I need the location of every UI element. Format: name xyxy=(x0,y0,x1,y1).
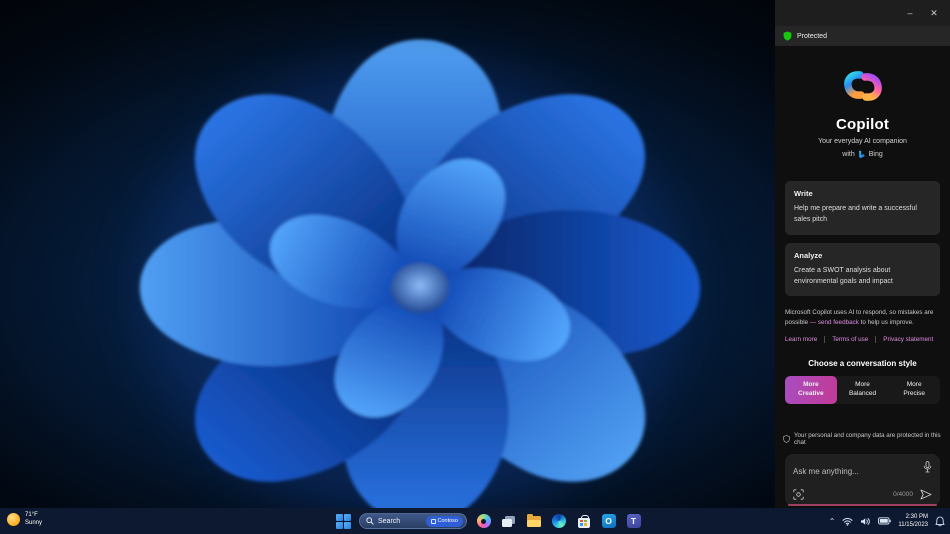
search-box[interactable]: Search Contoso xyxy=(359,513,467,529)
sidebar-titlebar: – ✕ xyxy=(775,0,950,26)
suggestion-cards: Write Help me prepare and write a succes… xyxy=(775,181,950,297)
clock-time: 2:30 PM xyxy=(905,513,928,520)
card-title: Write xyxy=(794,189,813,198)
with-label: with xyxy=(842,151,855,158)
terms-of-use-link[interactable]: Terms of use xyxy=(832,336,868,343)
copilot-title: Copilot xyxy=(835,116,890,133)
taskbar-app-microsoft-store[interactable] xyxy=(575,513,592,530)
battery-icon[interactable] xyxy=(878,517,892,525)
chat-input[interactable] xyxy=(793,467,913,476)
start-button[interactable] xyxy=(336,513,351,529)
style-label-line1: More xyxy=(906,380,922,388)
search-label: Search xyxy=(378,517,401,525)
taskbar-app-outlook[interactable]: O xyxy=(600,513,617,530)
taskbar: 71°F Sunny Search Contoso O T ⌃ 2:30 PM … xyxy=(0,508,950,534)
protected-label: Protected xyxy=(797,32,827,40)
send-feedback-link[interactable]: — send feedback xyxy=(810,319,859,326)
shield-outline-icon xyxy=(783,435,790,443)
chat-input-box[interactable]: 0/4000 xyxy=(785,454,940,506)
weather-temp: 71°F xyxy=(25,512,38,518)
minimize-icon[interactable]: – xyxy=(900,4,920,22)
task-view-icon xyxy=(502,515,515,527)
briefcase-icon xyxy=(430,518,436,524)
learn-more-link[interactable]: Learn more xyxy=(785,336,817,343)
style-label-line1: More xyxy=(855,380,870,388)
microphone-icon[interactable] xyxy=(923,461,932,473)
card-text: Help me prepare and write a successful s… xyxy=(794,205,917,223)
taskbar-app-edge[interactable] xyxy=(550,513,567,530)
protected-bar: Protected xyxy=(775,26,950,46)
style-more-precise-button[interactable]: More Precise xyxy=(888,376,940,405)
style-label-line2: Precise xyxy=(903,390,926,398)
copilot-hero: Copilot Your everyday AI companion with … xyxy=(775,68,950,159)
data-protection-text: Your personal and company data are prote… xyxy=(794,432,941,446)
card-text: Create a SWOT analysis about environment… xyxy=(794,266,893,285)
chat-input-toolbar: 0/4000 xyxy=(793,489,932,500)
copilot-sidebar: – ✕ Protected Copilot Your everyday AI c… xyxy=(775,0,950,508)
notification-bell-icon[interactable] xyxy=(935,516,945,527)
taskbar-app-copilot[interactable] xyxy=(475,513,492,530)
outlook-icon: O xyxy=(601,514,616,528)
character-counter: 0/4000 xyxy=(893,491,913,498)
data-protection-note: Your personal and company data are prote… xyxy=(775,432,950,446)
edge-icon xyxy=(551,514,566,528)
link-divider xyxy=(875,335,877,343)
taskbar-app-file-explorer[interactable] xyxy=(525,513,542,530)
taskbar-app-task-view[interactable] xyxy=(500,513,517,530)
weather-widget[interactable]: 71°F Sunny xyxy=(7,511,42,527)
weather-condition: Sunny xyxy=(25,520,43,527)
close-icon[interactable]: ✕ xyxy=(924,4,944,22)
style-more-creative-button[interactable]: More Creative xyxy=(785,375,837,404)
taskbar-center: Search Contoso O T xyxy=(336,508,642,534)
teams-icon: T xyxy=(626,514,641,528)
send-icon[interactable] xyxy=(920,489,932,500)
sunny-icon xyxy=(7,512,20,526)
card-title: Analyze xyxy=(794,250,823,260)
clock-date: 11/15/2023 xyxy=(898,522,928,528)
contoso-badge-label: Contoso xyxy=(437,518,459,524)
suggestion-card-analyze[interactable]: Analyze Create a SWOT analysis about env… xyxy=(785,242,940,297)
wifi-icon[interactable] xyxy=(842,517,853,526)
search-icon xyxy=(366,517,374,525)
conversation-style-heading: Choose a conversation style xyxy=(808,358,917,368)
microsoft-store-icon xyxy=(577,514,590,528)
copilot-taskbar-icon xyxy=(476,514,491,528)
file-explorer-icon xyxy=(526,513,541,527)
suggestion-card-write[interactable]: Write Help me prepare and write a succes… xyxy=(785,181,940,235)
clock[interactable]: 2:30 PM 11/15/2023 xyxy=(898,513,928,529)
copilot-logo xyxy=(843,71,882,101)
link-divider xyxy=(824,335,826,343)
style-label-line2: Creative xyxy=(798,390,824,398)
disclaimer-text-end: to help us improve. xyxy=(858,319,914,327)
taskbar-app-teams[interactable]: T xyxy=(625,513,642,530)
chevron-up-icon[interactable]: ⌃ xyxy=(829,517,836,526)
contoso-badge[interactable]: Contoso xyxy=(425,515,463,527)
copilot-subtitle: Your everyday AI companion xyxy=(818,138,907,145)
volume-icon[interactable] xyxy=(860,517,871,526)
bing-icon xyxy=(858,150,865,159)
legal-links: Learn more Terms of use Privacy statemen… xyxy=(775,335,950,343)
ai-disclaimer: Microsoft Copilot uses AI to respond, so… xyxy=(775,308,950,328)
with-bing-row: with Bing xyxy=(775,150,950,159)
style-more-balanced-button[interactable]: More Balanced xyxy=(837,376,889,405)
style-label-line2: Balanced xyxy=(848,390,877,398)
style-label-line1: More xyxy=(803,380,819,388)
protected-shield-icon xyxy=(783,31,792,41)
input-accent-underline xyxy=(788,504,937,506)
system-tray: ⌃ 2:30 PM 11/15/2023 xyxy=(829,508,945,534)
bing-label: Bing xyxy=(868,151,883,158)
desktop-screen: – ✕ Protected Copilot Your everyday AI c… xyxy=(0,0,950,534)
privacy-statement-link[interactable]: Privacy statement xyxy=(883,336,933,343)
add-image-icon[interactable] xyxy=(793,489,804,500)
conversation-style-switcher: More Creative More Balanced More Precise xyxy=(785,375,940,405)
